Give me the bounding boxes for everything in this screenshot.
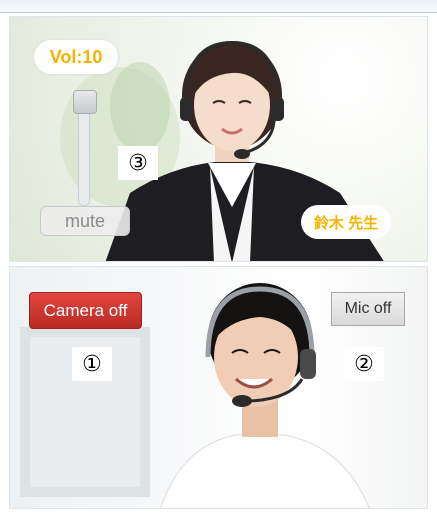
annotation-marker-2: ② — [344, 347, 384, 381]
annotation-marker-1: ① — [72, 347, 112, 381]
window-top-border — [0, 0, 437, 13]
camera-off-button[interactable]: Camera off — [29, 292, 142, 329]
mic-off-button[interactable]: Mic off — [331, 292, 405, 326]
annotation-marker-3: ③ — [118, 146, 158, 180]
volume-slider-thumb[interactable] — [73, 90, 97, 114]
volume-level-badge: Vol:10 — [34, 40, 118, 74]
mute-button[interactable]: mute — [40, 206, 130, 236]
teacher-name-label: 鈴木 先生 — [301, 205, 391, 239]
